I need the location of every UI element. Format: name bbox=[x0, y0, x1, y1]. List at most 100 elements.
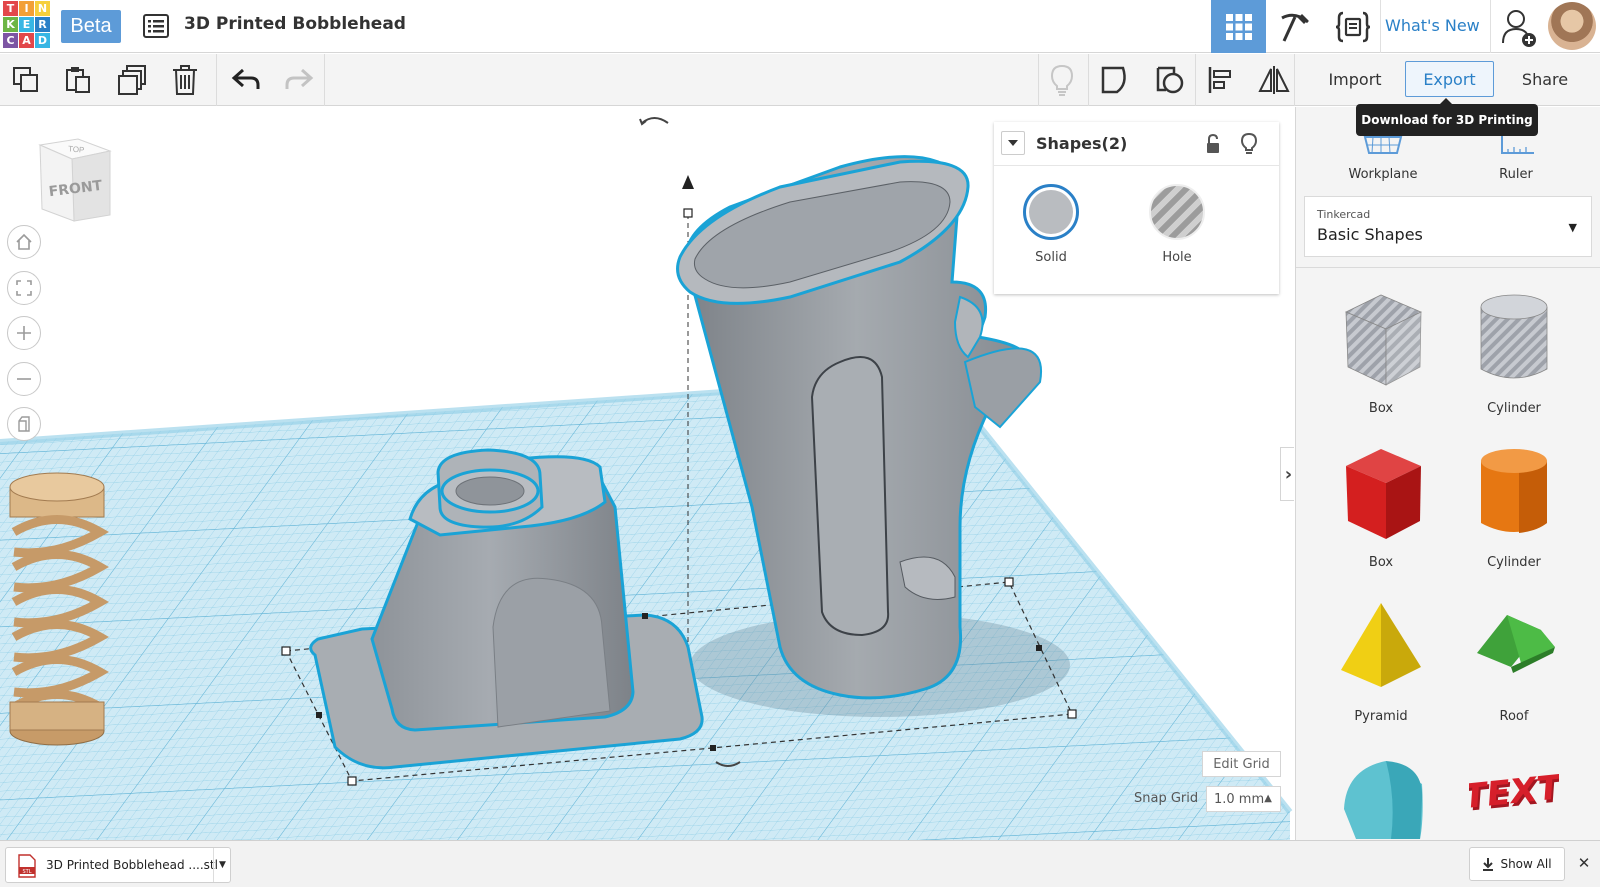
chevron-up-icon: ▲ bbox=[1264, 793, 1272, 804]
lightbulb-icon bbox=[1050, 64, 1074, 96]
solid-swatch[interactable] bbox=[1023, 184, 1079, 240]
stl-file-icon: STL bbox=[18, 854, 36, 878]
shape-tile-cylinder-hole[interactable]: Cylinder bbox=[1449, 287, 1579, 427]
hole-swatch[interactable] bbox=[1149, 184, 1205, 240]
inspector-header: Shapes(2) bbox=[994, 122, 1279, 166]
undo-button[interactable] bbox=[224, 58, 268, 102]
add-user-button[interactable] bbox=[1492, 0, 1546, 53]
download-item[interactable]: STL 3D Printed Bobblehead ....stl ▼ bbox=[5, 847, 231, 883]
copy-icon bbox=[13, 67, 38, 92]
workplane-grid bbox=[0, 373, 1293, 840]
logo-letter: K bbox=[3, 17, 18, 32]
show-all-button[interactable] bbox=[1040, 58, 1084, 102]
export-button[interactable]: Export bbox=[1405, 61, 1494, 97]
collapse-inspector-button[interactable] bbox=[1001, 131, 1025, 155]
redo-button[interactable] bbox=[277, 58, 321, 102]
toolbar: Import Export Share bbox=[0, 54, 1600, 106]
inspector-title: Shapes(2) bbox=[1036, 134, 1128, 153]
plus-icon bbox=[17, 326, 31, 340]
tinkercad-logo[interactable]: TIN KER CAD bbox=[3, 1, 50, 48]
code-blocks-icon bbox=[1335, 11, 1370, 42]
shape-tile-text[interactable]: TEXT TEXT bbox=[1449, 749, 1579, 840]
cylinder-icon bbox=[1481, 449, 1547, 533]
design-title[interactable]: 3D Printed Bobblehead bbox=[184, 14, 406, 34]
logo-letter: C bbox=[3, 33, 18, 48]
separator bbox=[1088, 54, 1089, 106]
shapes-panel: Workplane Ruler Tinkercad Basic Shapes ▼… bbox=[1295, 107, 1600, 840]
divider bbox=[1296, 267, 1600, 268]
roof-icon bbox=[1477, 615, 1555, 673]
3d-viewport[interactable]: TOP FRONT Shapes(2) Solid Hole Edit Grid… bbox=[0, 107, 1294, 840]
import-button[interactable]: Import bbox=[1310, 61, 1400, 97]
grid-view-icon bbox=[1225, 13, 1252, 40]
export-tooltip: Download for 3D Printing bbox=[1356, 98, 1538, 136]
lock-button[interactable] bbox=[1201, 132, 1225, 156]
view-cube[interactable]: TOP FRONT bbox=[34, 137, 114, 223]
logo-letter: D bbox=[35, 33, 50, 48]
minecraft-view-button[interactable] bbox=[1267, 0, 1322, 53]
download-bar: STL 3D Printed Bobblehead ....stl ▼ Show… bbox=[0, 840, 1600, 887]
library-name: Basic Shapes bbox=[1317, 225, 1423, 244]
separator bbox=[1490, 0, 1491, 53]
shape-tile-cylinder[interactable]: Cylinder bbox=[1449, 441, 1579, 581]
fit-view-button[interactable] bbox=[7, 271, 41, 305]
group-icon bbox=[1101, 66, 1126, 94]
shape-tile-round-roof[interactable] bbox=[1316, 749, 1446, 840]
pyramid-icon bbox=[1341, 603, 1421, 687]
align-button[interactable] bbox=[1199, 58, 1243, 102]
logo-letter: E bbox=[19, 17, 34, 32]
duplicate-icon bbox=[118, 65, 146, 95]
share-button[interactable]: Share bbox=[1500, 61, 1590, 97]
trash-icon bbox=[173, 65, 197, 95]
add-user-icon bbox=[1502, 9, 1536, 47]
group-button[interactable] bbox=[1093, 58, 1137, 102]
chevron-down-icon: ▼ bbox=[1568, 221, 1577, 234]
copy-button[interactable] bbox=[4, 58, 48, 102]
mirror-icon bbox=[1258, 66, 1290, 94]
home-view-button[interactable] bbox=[7, 225, 41, 259]
ungroup-button[interactable] bbox=[1148, 58, 1192, 102]
duplicate-button[interactable] bbox=[110, 58, 154, 102]
snap-grid-select[interactable]: 1.0 mm ▲ bbox=[1206, 786, 1281, 812]
design-menu-icon[interactable] bbox=[143, 13, 169, 39]
zoom-in-button[interactable] bbox=[7, 316, 41, 350]
show-all-button[interactable]: Show All bbox=[1469, 847, 1565, 881]
grid-view-button[interactable] bbox=[1211, 0, 1266, 53]
snap-grid-value: 1.0 mm bbox=[1214, 791, 1265, 807]
avatar[interactable] bbox=[1548, 2, 1596, 50]
shape-library-select[interactable]: Tinkercad Basic Shapes ▼ bbox=[1304, 196, 1592, 257]
mirror-button[interactable] bbox=[1252, 58, 1296, 102]
edit-grid-button[interactable]: Edit Grid bbox=[1202, 751, 1281, 777]
shape-label: Roof bbox=[1499, 709, 1529, 724]
paste-icon bbox=[66, 67, 90, 93]
delete-button[interactable] bbox=[163, 58, 207, 102]
hide-button[interactable] bbox=[1237, 132, 1261, 156]
pickaxe-icon bbox=[1280, 13, 1309, 42]
top-bar: TINKERCAD Beta 3D Printed Bobblehead Wha… bbox=[0, 0, 1600, 53]
close-icon[interactable]: ✕ bbox=[1575, 854, 1593, 872]
separator bbox=[1294, 54, 1295, 106]
shape-tile-box-hole[interactable]: Box bbox=[1316, 287, 1446, 427]
shape-tile-roof[interactable]: Roof bbox=[1449, 595, 1579, 735]
zoom-out-button[interactable] bbox=[7, 362, 41, 396]
paste-button[interactable] bbox=[56, 58, 100, 102]
text-shape-icon: TEXT TEXT bbox=[1469, 768, 1559, 820]
perspective-icon bbox=[18, 416, 30, 432]
chevron-down-icon[interactable]: ▼ bbox=[213, 848, 231, 882]
shape-tile-box[interactable]: Box bbox=[1316, 441, 1446, 581]
panel-toggle-button[interactable]: › bbox=[1280, 447, 1294, 501]
shape-label: Box bbox=[1368, 555, 1394, 570]
hole-label: Hole bbox=[1162, 250, 1192, 265]
codeblocks-view-button[interactable] bbox=[1325, 0, 1380, 53]
ortho-view-button[interactable] bbox=[7, 407, 41, 441]
move-up-handle[interactable] bbox=[682, 175, 694, 218]
whats-new-link[interactable]: What's New bbox=[1385, 16, 1480, 35]
align-icon bbox=[1208, 67, 1231, 93]
shape-tile-pyramid[interactable]: Pyramid bbox=[1316, 595, 1446, 735]
download-file-name: 3D Printed Bobblehead ....stl bbox=[46, 858, 218, 872]
shape-inspector: Shapes(2) Solid Hole bbox=[994, 122, 1279, 294]
download-icon bbox=[1483, 858, 1494, 871]
ruler-label: Ruler bbox=[1499, 167, 1533, 182]
show-all-label: Show All bbox=[1500, 857, 1552, 871]
library-source: Tinkercad bbox=[1317, 208, 1371, 221]
